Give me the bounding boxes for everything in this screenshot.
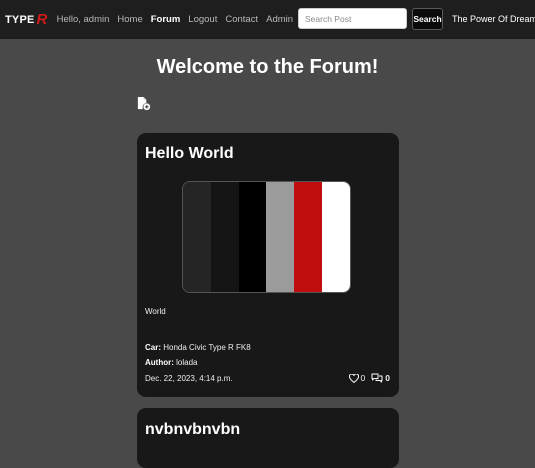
swatch-stripe — [322, 182, 350, 292]
heart-icon[interactable] — [348, 373, 359, 383]
post-card[interactable]: nvbnvbnvbn — [137, 408, 399, 468]
car-value: Honda Civic Type R FK8 — [163, 343, 251, 352]
nav-links: Hello, admin Home Forum Logout Contact A… — [57, 14, 301, 25]
comments-icon[interactable] — [371, 373, 383, 383]
post-title[interactable]: Hello World — [145, 145, 234, 163]
color-swatch-image — [182, 181, 351, 293]
post-reactions: 0 0 — [348, 373, 390, 383]
like-count: 0 — [360, 373, 366, 383]
post-card[interactable]: Hello World World Car: Honda Civic Type … — [137, 133, 399, 397]
nav-link-forum[interactable]: Forum — [151, 14, 181, 25]
comment-count: 0 — [385, 373, 390, 383]
search-input[interactable] — [298, 8, 407, 29]
post-body: World — [145, 307, 166, 316]
nav-link-admin[interactable]: Admin — [266, 14, 293, 25]
author-value: lolada — [176, 358, 198, 367]
nav-link-contact[interactable]: Contact — [225, 14, 258, 25]
nav-link-home[interactable]: Home — [117, 14, 142, 25]
car-label: Car: — [145, 343, 162, 352]
swatch-stripe — [294, 182, 323, 292]
brand-r-mark: R — [36, 11, 48, 28]
post-date: Dec. 22, 2023, 4:14 p.m. — [145, 374, 233, 383]
author-label: Author: — [145, 358, 174, 367]
post-author: Author: lolada — [145, 358, 197, 367]
tagline: The Power Of Dreams — [452, 14, 535, 24]
swatch-stripe — [238, 182, 267, 292]
swatch-stripe — [183, 182, 211, 292]
navbar: TYPE R Hello, admin Home Forum Logout Co… — [0, 0, 535, 39]
brand-logo[interactable]: TYPE R — [5, 12, 48, 27]
post-car: Car: Honda Civic Type R FK8 — [145, 343, 251, 352]
brand-text: TYPE — [5, 13, 35, 26]
nav-link-logout[interactable]: Logout — [188, 14, 217, 25]
swatch-stripe — [210, 182, 239, 292]
page-title: Welcome to the Forum! — [156, 56, 379, 78]
search-button[interactable]: Search — [412, 8, 443, 30]
post-title[interactable]: nvbnvbnvbn — [145, 421, 240, 439]
swatch-stripe — [266, 182, 295, 292]
nav-greeting: Hello, admin — [56, 14, 110, 25]
file-plus-icon[interactable] — [136, 96, 151, 111]
